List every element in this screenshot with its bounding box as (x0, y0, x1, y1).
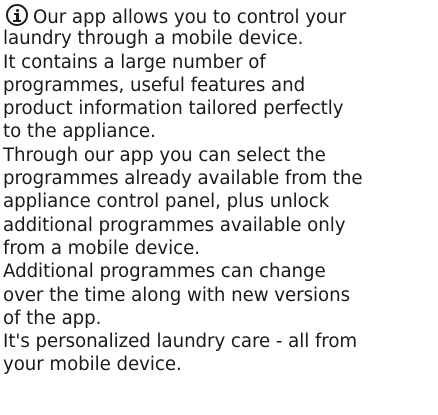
note-line: from a mobile device. (3, 237, 200, 259)
note-line: laundry through a mobile device. (3, 28, 304, 50)
note-line: programmes already available from the (3, 168, 363, 190)
note-line: programmes, useful features and (3, 74, 306, 96)
note-line: Through our app you can select the (3, 144, 326, 166)
info-icon (6, 4, 28, 26)
note-line: It contains a large number of (3, 51, 266, 73)
note-line: your mobile device. (3, 354, 182, 376)
note-line: over the time along with new versions (3, 284, 350, 306)
note-line: product information tailored perfectly (3, 98, 344, 120)
note-line: additional programmes available only (3, 214, 346, 236)
note-line: Our app allows you to control your (3, 4, 435, 28)
note-line-text: Our app allows you to control your (33, 7, 346, 28)
info-note: Our app allows you to control your laund… (3, 4, 435, 377)
note-line: It's personalized laundry care - all fro… (3, 331, 358, 353)
note-line: appliance control panel, plus unlock (3, 191, 330, 213)
note-line: to the appliance. (3, 121, 156, 143)
note-line: of the app. (3, 307, 102, 329)
note-line: Additional programmes can change (3, 261, 326, 283)
